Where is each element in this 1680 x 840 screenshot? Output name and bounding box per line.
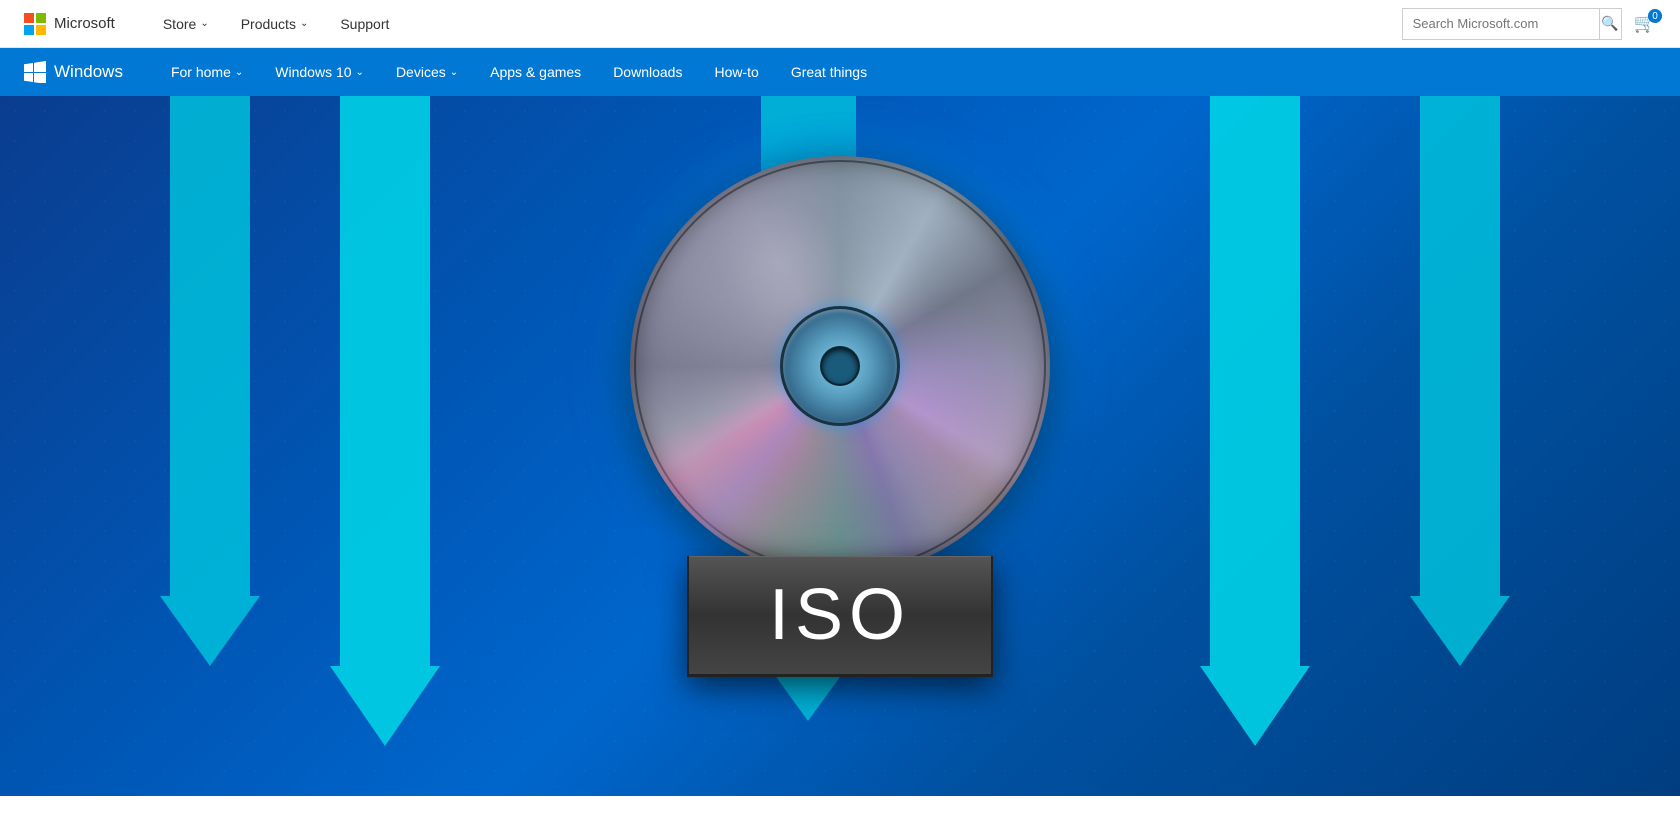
search-input[interactable] (1403, 9, 1599, 39)
disc-center-hub (780, 306, 900, 426)
arrow-2 (330, 96, 440, 746)
win-nav-links: For home ⌄ Windows 10 ⌄ Devices ⌄ Apps &… (155, 48, 883, 96)
top-nav-support[interactable]: Support (324, 0, 405, 48)
top-nav-links: Store ⌄ Products ⌄ Support (147, 0, 1402, 48)
win-nav-great-things[interactable]: Great things (775, 48, 883, 96)
windows-logo[interactable]: Windows (24, 61, 123, 83)
windows-logo-text: Windows (54, 62, 123, 82)
win-nav-for-home[interactable]: For home ⌄ (155, 48, 259, 96)
hero-section: ISO (0, 96, 1680, 796)
search-icon: 🔍 (1601, 15, 1618, 32)
ms-logo-grid (24, 13, 46, 35)
search-area: 🔍 (1402, 8, 1622, 40)
top-nav-store[interactable]: Store ⌄ (147, 0, 225, 48)
win-nav-devices[interactable]: Devices ⌄ (380, 48, 474, 96)
ms-logo-text: Microsoft (54, 15, 115, 32)
products-chevron-icon: ⌄ (300, 18, 308, 29)
microsoft-logo[interactable]: Microsoft (24, 13, 115, 35)
win-nav-windows10[interactable]: Windows 10 ⌄ (259, 48, 380, 96)
windows10-chevron-icon: ⌄ (356, 67, 364, 78)
cart-icon[interactable]: 🛒0 (1634, 13, 1656, 34)
win-nav-howto[interactable]: How-to (698, 48, 774, 96)
win-nav-apps-games[interactable]: Apps & games (474, 48, 597, 96)
iso-label: ISO (687, 556, 993, 677)
arrow-5 (1410, 96, 1510, 666)
search-button[interactable]: 🔍 (1599, 8, 1621, 40)
devices-chevron-icon: ⌄ (450, 67, 458, 78)
disc-hole (820, 346, 860, 386)
disc-container: ISO (630, 156, 1050, 677)
cd-disc (630, 156, 1050, 576)
store-chevron-icon: ⌄ (200, 18, 208, 29)
win-nav-downloads[interactable]: Downloads (597, 48, 698, 96)
arrow-4 (1200, 96, 1310, 746)
windows-logo-icon (24, 61, 46, 83)
top-nav-products[interactable]: Products ⌄ (225, 0, 325, 48)
arrow-1 (160, 96, 260, 666)
top-navigation: Microsoft Store ⌄ Products ⌄ Support 🔍 🛒… (0, 0, 1680, 48)
windows-navigation: Windows For home ⌄ Windows 10 ⌄ Devices … (0, 48, 1680, 96)
for-home-chevron-icon: ⌄ (235, 67, 243, 78)
